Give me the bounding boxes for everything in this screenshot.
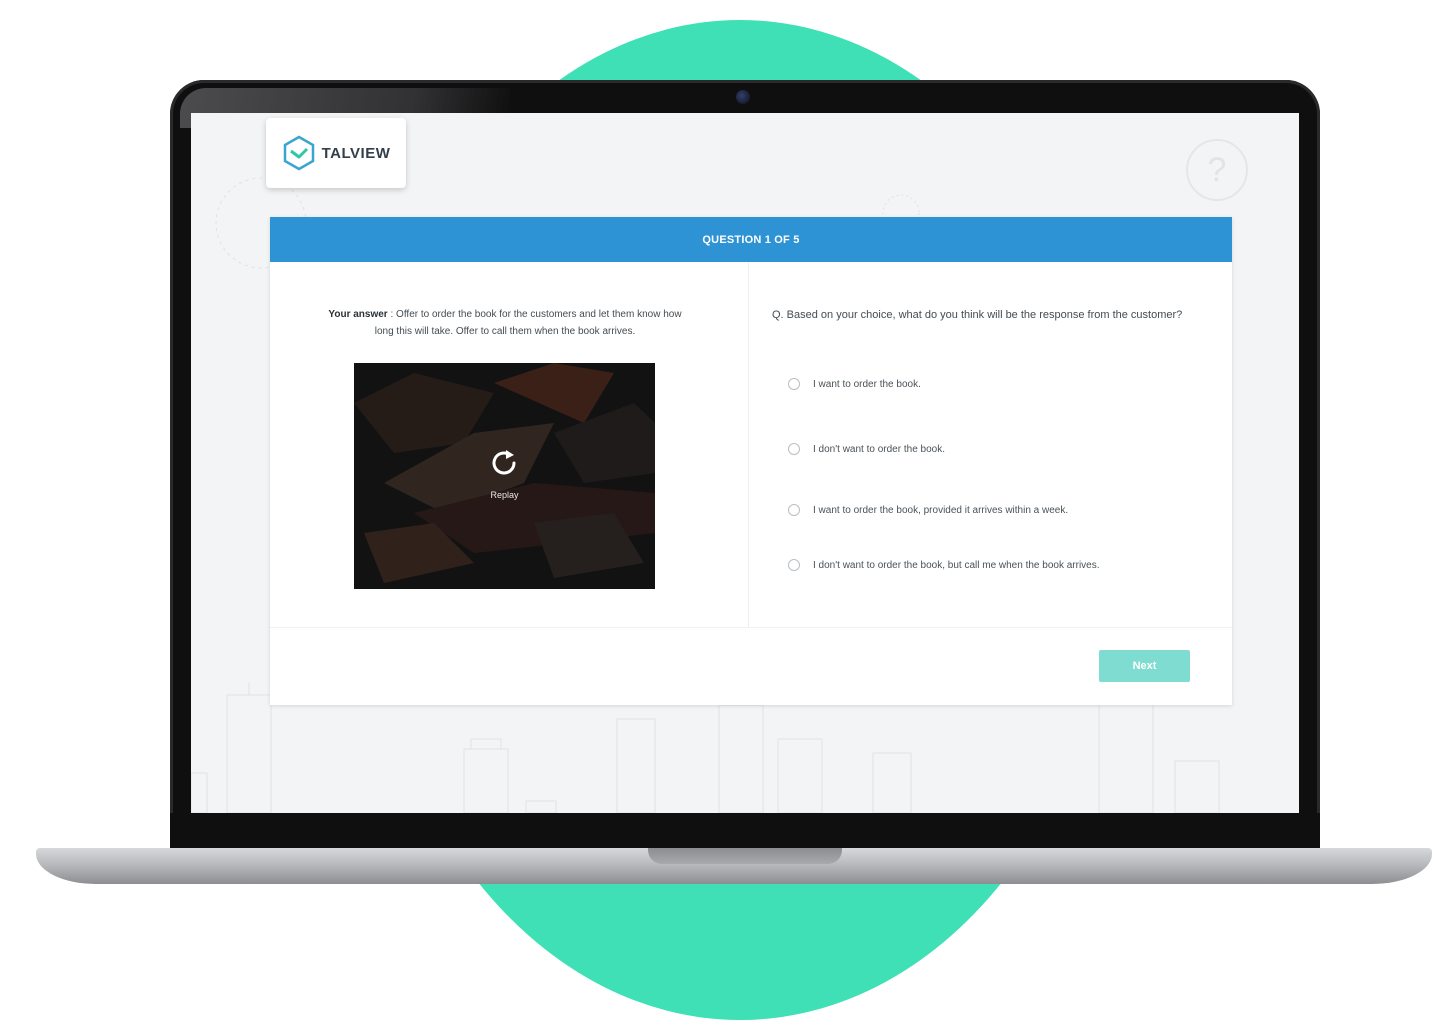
webcam-icon — [736, 90, 750, 104]
radio-button[interactable] — [788, 443, 800, 455]
answer-label: Your answer — [328, 309, 388, 320]
question-progress-header: QUESTION 1 OF 5 — [270, 217, 1232, 262]
laptop-hinge-notch — [648, 848, 842, 864]
radio-button[interactable] — [788, 559, 800, 571]
talview-logo: TALVIEW — [266, 118, 406, 188]
question-text: Q. Based on your choice, what do you thi… — [772, 309, 1183, 321]
question-circle-icon[interactable]: ? — [1186, 139, 1248, 201]
replay-icon[interactable] — [486, 445, 522, 481]
card-footer: Next — [270, 627, 1232, 706]
app-screen: TALVIEW ? QUESTION 1 OF 5 Your answer : … — [191, 113, 1299, 813]
selected-answer: Your answer : Offer to order the book fo… — [320, 306, 690, 340]
question-pane: Q. Based on your choice, what do you thi… — [750, 262, 1232, 627]
radio-button[interactable] — [788, 504, 800, 516]
option-4[interactable]: I don't want to order the book, but call… — [788, 559, 1100, 571]
option-label[interactable]: I want to order the book, provided it ar… — [813, 505, 1068, 516]
laptop-bottom-bezel — [170, 813, 1320, 849]
replay-label[interactable]: Replay — [354, 490, 655, 500]
brand-name: TALVIEW — [321, 144, 391, 162]
answer-review-pane: Your answer : Offer to order the book fo… — [270, 262, 749, 627]
talview-hexagon-icon — [283, 135, 314, 171]
option-label[interactable]: I don't want to order the book, but call… — [813, 560, 1100, 571]
assessment-card: QUESTION 1 OF 5 Your answer : Offer to o… — [270, 217, 1232, 705]
option-1[interactable]: I want to order the book. — [788, 378, 921, 390]
option-label[interactable]: I want to order the book. — [813, 379, 921, 390]
answer-text: : Offer to order the book for the custom… — [374, 309, 682, 337]
response-video[interactable]: Replay — [354, 363, 655, 589]
option-2[interactable]: I don't want to order the book. — [788, 443, 945, 455]
radio-button[interactable] — [788, 378, 800, 390]
option-label[interactable]: I don't want to order the book. — [813, 444, 945, 455]
next-button[interactable]: Next — [1099, 650, 1190, 682]
option-3[interactable]: I want to order the book, provided it ar… — [788, 504, 1068, 516]
